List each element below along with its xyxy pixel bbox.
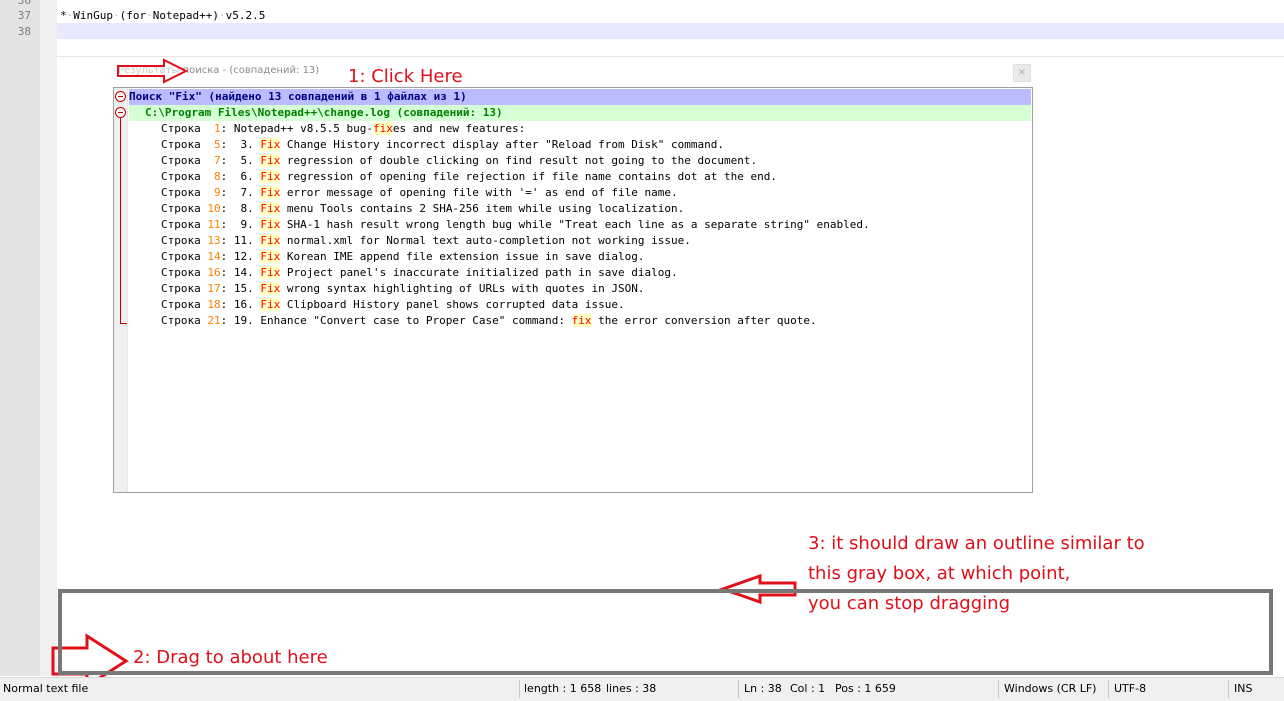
status-bar: Normal text file length : 1 658 lines : … — [0, 677, 1284, 701]
status-file-type: Normal text file — [3, 682, 89, 695]
annotation-step-3-line-1: 3: it should draw an outline similar to — [808, 533, 1145, 554]
annotation-step-3-line-2: this gray box, at which point, — [808, 563, 1071, 584]
status-separator — [519, 680, 520, 698]
status-separator — [1228, 680, 1229, 698]
annotation-step-1: 1: Click Here — [348, 66, 463, 87]
status-length: length : 1 658 — [524, 682, 602, 695]
status-pos: Pos : 1 659 — [835, 682, 896, 695]
status-col: Col : 1 — [790, 682, 826, 695]
status-lines: lines : 38 — [606, 682, 657, 695]
status-separator — [738, 680, 739, 698]
status-ln: Ln : 38 — [744, 682, 782, 695]
status-insert-mode: INS — [1234, 682, 1253, 695]
arrow-right-icon — [117, 58, 189, 84]
status-separator — [1108, 680, 1109, 698]
status-separator — [998, 680, 999, 698]
status-eol[interactable]: Windows (CR LF) — [1004, 682, 1096, 695]
status-encoding[interactable]: UTF-8 — [1114, 682, 1146, 695]
drop-target-outline — [58, 589, 1273, 675]
